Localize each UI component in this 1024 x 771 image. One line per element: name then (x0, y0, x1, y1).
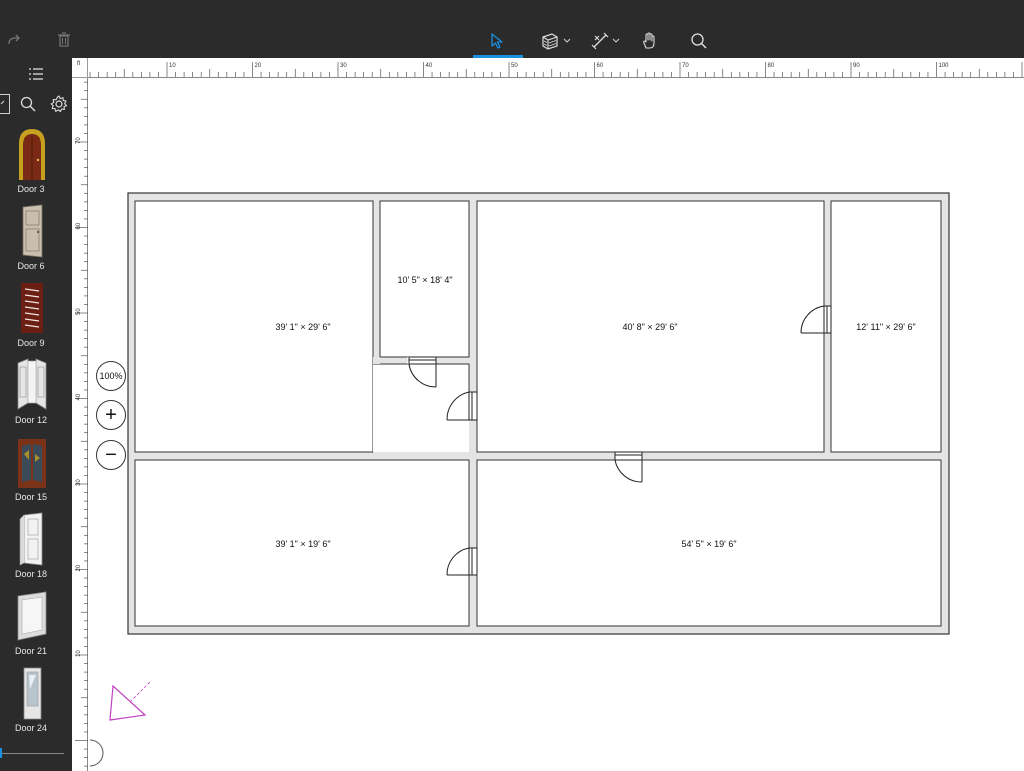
ruler-label: 10 (169, 63, 176, 69)
panel-door-icon (22, 204, 43, 258)
room-dimension-label: 39' 1" × 19' 6" (275, 539, 331, 549)
dimension-icon (591, 32, 608, 50)
chevron-down-icon (612, 38, 619, 43)
minus-icon: − (105, 444, 117, 466)
ruler-label: 40 (76, 393, 82, 400)
horizontal-ruler: 10 20 30 40 50 60 70 80 90 100 (88, 58, 1024, 78)
glass-double-door-icon (18, 439, 46, 488)
zoom-level: 100% (99, 371, 123, 381)
ruler-label: 50 (511, 63, 518, 69)
ruler-label: 30 (76, 479, 82, 486)
catalog-item-door-24[interactable]: Door 24 (0, 663, 64, 740)
room-dimension-label: 10' 5" × 18' 4" (397, 275, 453, 285)
trash-icon[interactable] (54, 30, 74, 50)
ruler-label: 40 (426, 63, 433, 69)
zoom-in-button[interactable]: + (96, 400, 126, 430)
floor-plan-canvas[interactable] (88, 78, 1024, 771)
glazed-door-icon (23, 667, 42, 720)
sidebar-divider (0, 753, 64, 754)
top-toolbar (0, 0, 1024, 58)
plus-icon: + (105, 404, 117, 426)
redo-icon[interactable] (4, 30, 24, 50)
search-button[interactable] (20, 96, 36, 117)
sidebar-scroll-indicator[interactable] (0, 748, 2, 758)
ruler-label: 80 (768, 63, 775, 69)
catalog-item-door-12[interactable]: Door 12 (0, 355, 64, 432)
room-dimension-label: 54' 5" × 19' 6" (681, 539, 737, 549)
chevron-icon (0, 100, 5, 105)
catalog-item-label: Door 24 (14, 723, 48, 733)
glass-door-icon (17, 591, 47, 641)
ruler-label: 20 (255, 63, 262, 69)
catalog-item-door-15[interactable]: Door 15 (0, 432, 64, 509)
room-dimension-label: 40' 8" × 29' 6" (622, 322, 678, 332)
magnifier-icon (691, 33, 707, 49)
vertical-ruler: 70 60 50 40 30 20 10 (72, 78, 88, 771)
catalog-item-label: Door 15 (14, 492, 48, 502)
dimension-tool-button[interactable] (588, 30, 622, 52)
catalog-sidebar: Door 3 Door 6 Door 9 Door 12 Door 15 Doo… (0, 58, 72, 771)
list-view-button[interactable] (0, 58, 72, 90)
ruler-unit: ft (72, 58, 88, 78)
zoom-reset-button[interactable]: 100% (96, 361, 126, 391)
zoom-out-button[interactable]: − (96, 440, 126, 470)
arched-door-icon (19, 129, 45, 180)
catalog-item-label: Door 9 (17, 338, 45, 348)
louvered-door-icon (21, 283, 43, 333)
zoom-tool-button[interactable] (688, 30, 710, 52)
wall-icon (541, 33, 558, 50)
ruler-label: 70 (76, 137, 82, 144)
camera-marker[interactable] (109, 681, 151, 721)
ruler-label: 90 (853, 63, 860, 69)
catalog-item-label: Door 18 (14, 569, 48, 579)
collapse-button[interactable] (0, 94, 10, 114)
room-dimension-label: 12' 11" × 29' 6" (856, 322, 916, 332)
search-icon (20, 96, 36, 112)
catalog-item-door-21[interactable]: Door 21 (0, 586, 64, 663)
ruler-label: 50 (76, 308, 82, 315)
double-door-icon (17, 358, 47, 410)
catalog-item-label: Door 12 (14, 415, 48, 425)
wall-tool-button[interactable] (538, 30, 572, 52)
select-tool-button[interactable] (486, 30, 508, 52)
ruler-label: 20 (76, 564, 82, 571)
ruler-unit-label: ft (77, 61, 81, 67)
sidebar-toolbar (0, 90, 72, 120)
ruler-label: 30 (340, 63, 347, 69)
room-1[interactable] (134, 200, 374, 453)
catalog-item-door-3[interactable]: Door 3 (0, 124, 64, 201)
ruler-label: 60 (597, 63, 604, 69)
catalog-item-door-18[interactable]: Door 18 (0, 509, 64, 586)
hand-icon (643, 32, 655, 49)
settings-button[interactable] (50, 95, 68, 118)
cursor-arrow-icon (491, 33, 503, 49)
pan-tool-button[interactable] (638, 30, 660, 52)
ruler-label: 10 (76, 650, 82, 657)
ruler-label: 100 (939, 63, 950, 69)
catalog-item-door-6[interactable]: Door 6 (0, 201, 64, 278)
ruler-label: 70 (682, 63, 689, 69)
catalog-item-door-9[interactable]: Door 9 (0, 278, 64, 355)
catalog-item-label: Door 21 (14, 646, 48, 656)
ruler-label: 60 (76, 222, 82, 229)
list-icon (29, 68, 43, 80)
white-door-icon (19, 512, 43, 566)
catalog-item-label: Door 3 (17, 184, 45, 194)
room-dimension-label: 39' 1" × 29' 6" (275, 322, 331, 332)
chevron-down-icon (563, 38, 570, 43)
catalog-item-label: Door 6 (17, 261, 45, 271)
gear-icon (50, 95, 68, 113)
rotate-handle-icon[interactable] (89, 739, 104, 767)
